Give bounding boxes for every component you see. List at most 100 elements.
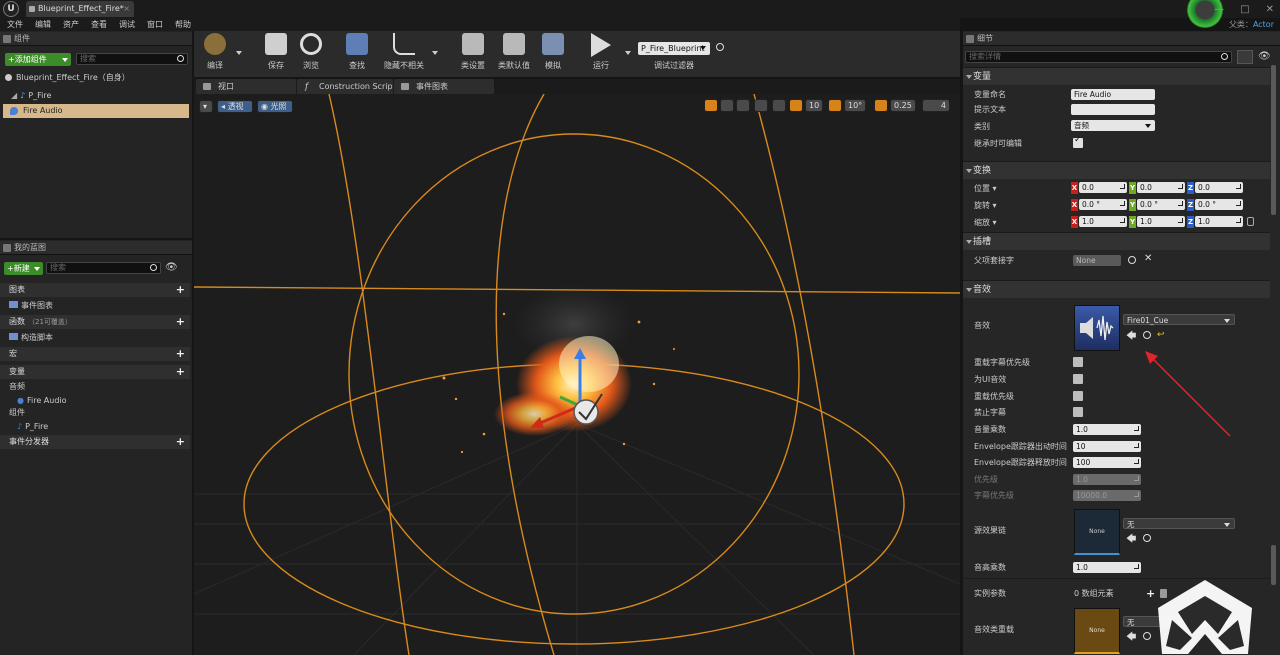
tab-viewport[interactable]: 视口: [196, 79, 296, 94]
location-y-input[interactable]: 0.0: [1137, 182, 1185, 193]
scale-y-input[interactable]: 1.0: [1137, 216, 1185, 227]
component-root-row[interactable]: Blueprint_Effect_Fire（自身）: [0, 71, 190, 84]
suppress-subtitles-checkbox[interactable]: [1073, 407, 1083, 417]
rotation-snap-icon[interactable]: [828, 99, 842, 112]
add-variable-icon[interactable]: +: [176, 365, 185, 379]
variable-group-audio[interactable]: 音频: [0, 380, 25, 393]
category-event-dispatchers[interactable]: 事件分发器 +: [0, 435, 190, 449]
clear-socket-icon[interactable]: ✕: [1144, 253, 1152, 264]
translate-mode-icon[interactable]: [704, 99, 718, 112]
menu-debug[interactable]: 调试: [119, 18, 135, 31]
my-blueprint-search-input[interactable]: 搜索: [46, 262, 161, 274]
save-button[interactable]: 保存: [261, 33, 291, 71]
source-effect-chain-select[interactable]: 无: [1123, 518, 1235, 529]
scale-mode-icon[interactable]: [736, 99, 750, 112]
category-variables[interactable]: 变量 +: [0, 365, 190, 379]
menu-file[interactable]: 文件: [7, 18, 23, 31]
run-options-chevron-icon[interactable]: [625, 51, 631, 55]
section-socket[interactable]: 插槽: [963, 232, 1270, 250]
new-button[interactable]: +新建: [4, 262, 43, 275]
browse-asset-icon[interactable]: [1143, 632, 1151, 640]
grid-snap-icon[interactable]: [789, 99, 803, 112]
parent-socket-input[interactable]: None: [1073, 255, 1121, 266]
socket-search-icon[interactable]: [1128, 256, 1136, 264]
variable-p-fire[interactable]: ♪ P_Fire: [0, 420, 48, 433]
surface-snap-icon[interactable]: [772, 99, 786, 112]
source-effect-thumbnail[interactable]: None: [1074, 509, 1120, 555]
menu-view[interactable]: 查看: [91, 18, 107, 31]
close-tab-icon[interactable]: ×: [123, 1, 130, 17]
run-button[interactable]: 运行: [586, 33, 616, 71]
event-graph-item[interactable]: 事件图表: [0, 299, 53, 312]
sound-class-thumbnail[interactable]: None: [1074, 608, 1120, 654]
debug-object-select[interactable]: P_Fire_Blueprint: [638, 42, 710, 55]
component-item-p-fire[interactable]: ◢ ♪ P_Fire: [0, 89, 190, 102]
location-x-input[interactable]: 0.0: [1079, 182, 1127, 193]
pitch-multiplier-input[interactable]: 1.0: [1073, 562, 1141, 573]
rotate-mode-icon[interactable]: [720, 99, 734, 112]
add-dispatcher-icon[interactable]: +: [176, 435, 185, 449]
sound-cue-thumbnail[interactable]: [1074, 305, 1120, 351]
scale-snap-value[interactable]: 0.25: [890, 99, 916, 112]
use-selected-arrow-icon[interactable]: 🡄: [1126, 630, 1136, 647]
class-defaults-button[interactable]: 类默认值: [496, 33, 532, 71]
use-selected-arrow-icon[interactable]: 🡄: [1126, 532, 1136, 549]
envelope-release-input[interactable]: 100: [1073, 457, 1141, 468]
rotation-snap-value[interactable]: 10°: [844, 99, 866, 112]
volume-multiplier-input[interactable]: 1.0: [1073, 424, 1141, 435]
compile-options-chevron-icon[interactable]: [236, 51, 242, 55]
sound-asset-select[interactable]: Fire01_Cue: [1123, 314, 1235, 325]
override-priority-checkbox[interactable]: [1073, 391, 1083, 401]
section-transform[interactable]: 变换: [963, 161, 1270, 179]
unreal-logo-icon[interactable]: U: [3, 1, 19, 17]
editable-checkbox[interactable]: [1073, 135, 1083, 148]
add-macro-icon[interactable]: +: [176, 347, 185, 361]
menu-asset[interactable]: 资产: [63, 18, 79, 31]
section-sound[interactable]: 音效: [963, 280, 1270, 298]
category-macros[interactable]: 宏 +: [0, 347, 190, 361]
use-selected-arrow-icon[interactable]: 🡄: [1126, 329, 1136, 346]
browse-asset-icon[interactable]: [1143, 534, 1151, 542]
components-search-input[interactable]: 搜索: [76, 53, 188, 65]
add-component-button[interactable]: +添加组件: [5, 53, 71, 66]
add-function-icon[interactable]: +: [176, 315, 185, 329]
lit-mode-button[interactable]: ◉ 光照: [257, 100, 293, 113]
viewport-options-button[interactable]: ▾: [199, 100, 213, 113]
construction-script-item[interactable]: 构造脚本: [0, 331, 53, 344]
scale-snap-icon[interactable]: [874, 99, 888, 112]
lock-icon[interactable]: [1247, 217, 1254, 226]
document-tab[interactable]: Blueprint_Effect_Fire* ×: [26, 1, 134, 17]
world-local-icon[interactable]: [754, 99, 768, 112]
grid-snap-value[interactable]: 10: [805, 99, 823, 112]
envelope-attack-input[interactable]: 10: [1073, 441, 1141, 452]
simulate-button[interactable]: 模拟: [538, 33, 568, 71]
browse-asset-icon[interactable]: [1143, 331, 1151, 339]
tab-event-graph[interactable]: 事件图表: [394, 79, 494, 94]
browse-button[interactable]: 浏览: [296, 33, 326, 71]
section-variable[interactable]: 变量: [963, 67, 1270, 85]
compile-button[interactable]: 编译: [200, 33, 230, 71]
add-graph-icon[interactable]: +: [176, 283, 185, 297]
menu-window[interactable]: 窗口: [147, 18, 163, 31]
override-subtitle-priority-checkbox[interactable]: [1073, 357, 1083, 367]
menu-help[interactable]: 帮助: [175, 18, 191, 31]
category-graphs[interactable]: 图表 +: [0, 283, 190, 297]
tab-construction-script[interactable]: f Construction Scrip: [297, 79, 393, 94]
perspective-button[interactable]: ◂ 透视: [217, 100, 253, 113]
scale-z-input[interactable]: 1.0: [1195, 216, 1243, 227]
location-z-input[interactable]: 0.0: [1195, 182, 1243, 193]
variable-group-components[interactable]: 组件: [0, 406, 25, 419]
category-select[interactable]: 音频: [1071, 120, 1155, 131]
debug-search-icon[interactable]: [716, 43, 724, 51]
tooltip-input[interactable]: [1071, 104, 1155, 115]
menu-edit[interactable]: 编辑: [35, 18, 51, 31]
rotation-z-input[interactable]: 0.0 °: [1195, 199, 1243, 210]
is-ui-sound-checkbox[interactable]: [1073, 374, 1083, 384]
camera-speed-button[interactable]: 4: [922, 99, 950, 112]
variable-name-input[interactable]: Fire Audio: [1071, 89, 1155, 100]
component-item-fire-audio[interactable]: Fire Audio: [3, 104, 189, 118]
hide-unrelated-button[interactable]: 隐藏不相关: [380, 33, 428, 71]
find-button[interactable]: 查找: [342, 33, 372, 71]
rotation-y-input[interactable]: 0.0 °: [1137, 199, 1185, 210]
hide-options-chevron-icon[interactable]: [432, 51, 438, 55]
